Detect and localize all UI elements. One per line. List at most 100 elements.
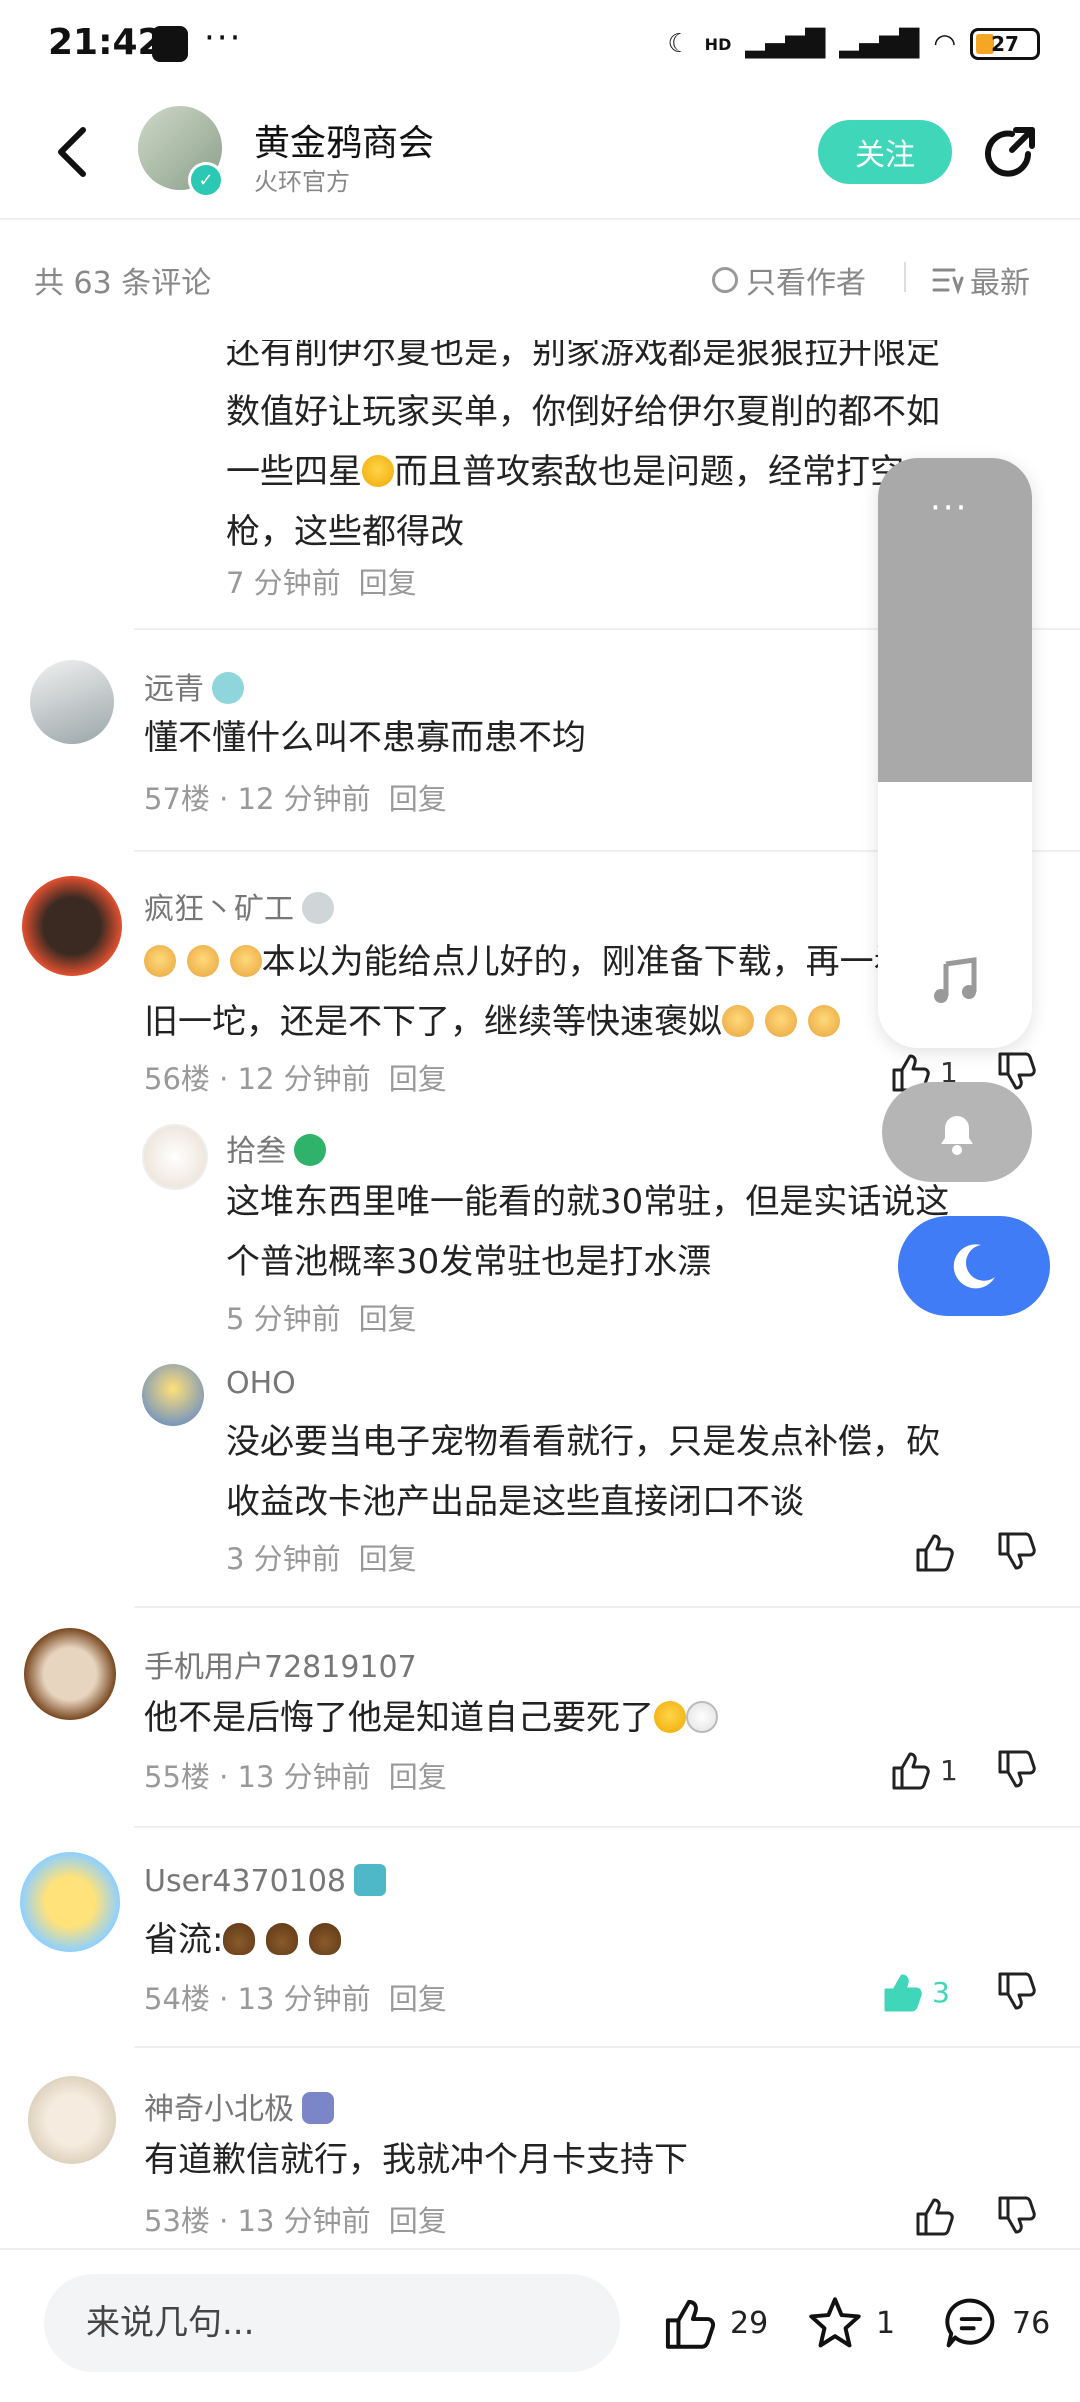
comment-text-line: 省流:: [144, 1910, 342, 1970]
comment-input[interactable]: [44, 2274, 620, 2372]
comment-text-part: 省流:: [144, 1920, 224, 1960]
comment-text-part: 而且普攻索敌也是问题，经常打空: [394, 452, 904, 492]
comment-user[interactable]: 疯狂丶矿工: [144, 884, 334, 928]
more-icon[interactable]: ···: [930, 488, 968, 528]
comment-meta: 55楼 · 13 分钟前 回复: [144, 1754, 447, 1796]
reply-button[interactable]: 回复: [389, 782, 447, 816]
divider: [134, 1826, 1080, 1828]
reply-button[interactable]: 回复: [389, 1062, 447, 1096]
thumbs-down-icon[interactable]: [994, 1748, 1038, 1792]
comment-meta: 57楼 · 12 分钟前 回复: [144, 776, 447, 818]
share-button[interactable]: [982, 124, 1040, 182]
thumbs-up-icon: [665, 2299, 716, 2349]
night-mode-button[interactable]: [898, 1216, 1050, 1316]
comment-user[interactable]: 拾叁: [226, 1126, 326, 1170]
only-author-label: 只看作者: [746, 266, 866, 301]
username[interactable]: OHO: [226, 1366, 296, 1401]
comment-text-line: 没必要当电子宠物看看就行，只是发点补偿，砍: [226, 1422, 940, 1462]
user-avatar[interactable]: [142, 1364, 204, 1426]
divider: [134, 1606, 1080, 1608]
thumbs-up-icon[interactable]: [912, 2194, 956, 2238]
comment-time: 7 分钟前: [226, 566, 341, 600]
verified-icon: ✓: [188, 162, 224, 198]
comment-text: 懂不懂什么叫不患寡而患不均: [144, 718, 586, 758]
music-icon[interactable]: [930, 956, 980, 1006]
only-author-toggle[interactable]: 只看作者: [712, 258, 866, 302]
reply-button[interactable]: 回复: [389, 1982, 447, 2016]
post-like-count: 29: [730, 2305, 769, 2341]
comment-floor-time: 55楼 · 13 分钟前: [144, 1760, 371, 1794]
user-avatar[interactable]: [22, 876, 122, 976]
reply-button[interactable]: 回复: [359, 1302, 417, 1336]
username[interactable]: User4370108: [144, 1864, 346, 1899]
comment-floor-time: 54楼 · 13 分钟前: [144, 1982, 371, 2016]
reply-button[interactable]: 回复: [359, 1542, 417, 1576]
emoji-icon: [764, 1005, 797, 1037]
user-avatar[interactable]: [30, 660, 114, 744]
like-button[interactable]: 1: [888, 1748, 958, 1792]
comment-meta: 3 分钟前 回复: [226, 1536, 417, 1578]
notification-button[interactable]: [882, 1082, 1032, 1182]
follow-button[interactable]: 关注: [818, 120, 952, 184]
favorite-count: 1: [876, 2305, 896, 2341]
chevron-left-icon: [58, 127, 86, 177]
status-more-icon: ···: [204, 18, 243, 58]
comment-user[interactable]: 远青: [144, 664, 244, 708]
thumbs-down-icon[interactable]: [994, 1970, 1038, 2014]
like-count: 1: [940, 1753, 958, 1787]
status-time: 21:42: [48, 22, 163, 63]
signal-icon: HD: [704, 34, 732, 54]
comment-text-line: 一些四星 而且普攻索敌也是问题，经常打空: [226, 442, 904, 502]
comment-total: 76: [1012, 2305, 1051, 2341]
comments-button[interactable]: 76: [942, 2294, 1050, 2352]
sort-button[interactable]: 最新: [932, 258, 1030, 302]
user-avatar[interactable]: [24, 1628, 116, 1720]
back-button[interactable]: [44, 124, 100, 180]
comment-user[interactable]: User4370108: [144, 1864, 386, 1899]
username[interactable]: 手机用户72819107: [144, 1650, 417, 1685]
emoji-icon: [722, 1005, 754, 1037]
username[interactable]: 拾叁: [226, 1134, 286, 1169]
comment-text-line: 旧一坨，还是不下了，继续等快速褒姒: [144, 992, 840, 1052]
user-avatar[interactable]: [142, 1124, 208, 1190]
user-avatar[interactable]: [28, 2076, 116, 2164]
comment-text-part: 旧一坨，还是不下了，继续等快速褒姒: [144, 1002, 722, 1042]
like-button[interactable]: 3: [880, 1970, 950, 2014]
thumbs-up-icon[interactable]: [912, 1530, 956, 1574]
thumbs-down-icon[interactable]: [994, 2194, 1038, 2238]
sort-icon: [932, 268, 964, 294]
bell-icon: [941, 1116, 973, 1155]
reply-button[interactable]: 回复: [359, 566, 417, 600]
thumbs-down-icon[interactable]: [994, 1530, 1038, 1574]
comment-meta: 7 分钟前 回复: [226, 560, 417, 602]
comment-user[interactable]: OHO: [226, 1366, 296, 1401]
comment-text-line: 还有削伊尔夏也是，别家游戏都是狠狠拉升限定: [226, 332, 940, 372]
comment-user[interactable]: 手机用户72819107: [144, 1642, 417, 1686]
comment-text-line: 这堆东西里唯一能看的就30常驻，但是实话说这: [226, 1182, 950, 1222]
comment-icon: [945, 2298, 995, 2348]
favorite-button[interactable]: 1: [806, 2294, 895, 2352]
reply-button[interactable]: 回复: [389, 1760, 447, 1794]
username[interactable]: 神奇小北极: [144, 2092, 294, 2127]
username[interactable]: 疯狂丶矿工: [144, 892, 294, 927]
comment-text-part: 一些四星: [226, 452, 362, 492]
comment-time: 5 分钟前: [226, 1302, 341, 1336]
account-name[interactable]: 黄金鸦商会: [254, 114, 434, 166]
username[interactable]: 远青: [144, 672, 204, 707]
emoji-icon: [186, 945, 219, 977]
thumbs-up-active-icon: [884, 1974, 922, 2012]
comment-floor-time: 56楼 · 12 分钟前: [144, 1062, 371, 1096]
comment-user[interactable]: 神奇小北极: [144, 2084, 334, 2128]
wifi-icon: ◠: [933, 29, 956, 59]
user-avatar[interactable]: [20, 1852, 120, 1952]
floating-panel[interactable]: ···: [878, 458, 1032, 1048]
comment-count: 共 63 条评论: [34, 266, 212, 301]
level-badge-icon: [212, 672, 244, 704]
level-badge-icon: [354, 1864, 386, 1896]
emoji-icon: [144, 945, 176, 977]
share-icon: [985, 127, 1035, 177]
signal-bars-icon: ▂▄▆█: [745, 29, 826, 59]
post-like-button[interactable]: 29: [660, 2294, 768, 2352]
comment-time: 3 分钟前: [226, 1542, 341, 1576]
reply-button[interactable]: 回复: [389, 2204, 447, 2238]
